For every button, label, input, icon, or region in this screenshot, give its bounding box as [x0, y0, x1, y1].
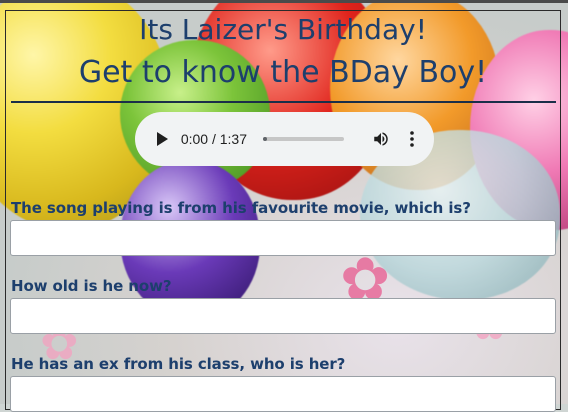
answer-input-3[interactable]: [10, 376, 556, 412]
question-label-3: He has an ex from his class, who is her?: [11, 355, 346, 373]
header-divider: [11, 101, 556, 103]
volume-button[interactable]: [370, 128, 392, 150]
answer-input-1[interactable]: [10, 220, 556, 256]
volume-icon: [374, 132, 388, 146]
audio-player[interactable]: 0:00 / 1:37: [135, 112, 434, 166]
more-options-button[interactable]: [402, 128, 422, 150]
question-label-2: How old is he now?: [11, 277, 172, 295]
question-label-1: The song playing is from his favourite m…: [11, 199, 471, 217]
audio-time-display: 0:00 / 1:37: [180, 131, 247, 147]
page-container: Its Laizer's Birthday! Get to know the B…: [5, 10, 561, 412]
page-subtitle: Get to know the BDay Boy!: [78, 55, 488, 90]
window-top-bar: [0, 0, 568, 3]
audio-seek-slider[interactable]: [263, 137, 345, 141]
more-options-icon: [410, 131, 414, 147]
answer-input-2[interactable]: [10, 298, 556, 334]
play-icon: [156, 132, 168, 146]
audio-seek-progress: [263, 137, 267, 141]
page-title: Its Laizer's Birthday!: [139, 13, 427, 46]
play-button[interactable]: [151, 128, 173, 150]
